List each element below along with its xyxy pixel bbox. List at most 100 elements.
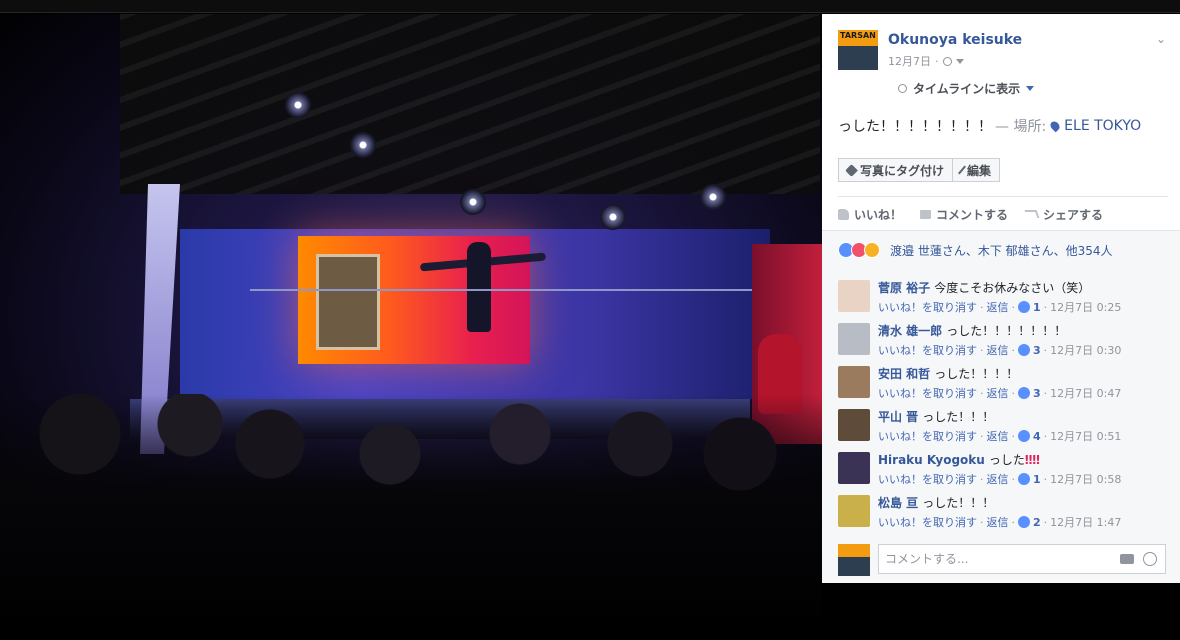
reply-link[interactable]: 返信 [987, 299, 1009, 315]
comment-text: っした！！！ [922, 496, 995, 510]
tag-icon [845, 163, 858, 177]
comment-meta: いいね！を取り消す · 返信 · 1 · 12月7日 0:58 [878, 471, 1121, 487]
like-count[interactable]: 4 [1033, 430, 1041, 443]
unlike-link[interactable]: いいね！を取り消す [878, 428, 977, 444]
comment-time[interactable]: 12月7日 0:51 [1050, 428, 1121, 444]
post-date[interactable]: 12月7日 [888, 53, 931, 69]
comments-list: 菅原 裕子 今度こそお休みなさい（笑） いいね！を取り消す · 返信 · 1 · … [822, 268, 1180, 583]
meta-separator: · [1011, 429, 1016, 443]
caret-down-icon[interactable] [955, 58, 964, 64]
pencil-icon [958, 165, 966, 175]
comment-time[interactable]: 12月7日 0:25 [1050, 299, 1121, 315]
stage-light [350, 132, 376, 158]
reply-link[interactable]: 返信 [987, 428, 1009, 444]
comment-meta: いいね！を取り消す · 返信 · 3 · 12月7日 0:30 [878, 342, 1121, 358]
edit-button[interactable]: 編集 [953, 158, 1001, 182]
post-text: っした！！！！！！！！ — 場所: ELE TOKYO [838, 116, 1141, 136]
reply-link[interactable]: 返信 [987, 514, 1009, 530]
like-count[interactable]: 3 [1033, 344, 1041, 357]
commenter-avatar[interactable] [838, 280, 870, 312]
edit-label: 編集 [967, 163, 992, 178]
commenter-name[interactable]: 平山 晋 [878, 410, 918, 424]
comment-body: 松島 亘っした！！！ [878, 494, 994, 511]
comment-time[interactable]: 12月7日 1:47 [1050, 514, 1121, 530]
comment-text: 今度こそお休みなさい（笑） [934, 281, 1091, 295]
author-avatar[interactable]: TARSAN [838, 30, 878, 70]
like-label: いいね！ [854, 207, 903, 222]
meta-separator: · [1043, 515, 1048, 529]
thumbs-up-icon [838, 208, 849, 220]
reply-link[interactable]: 返信 [987, 385, 1009, 401]
like-button[interactable]: いいね！ [838, 206, 902, 223]
comment-text: っした！！！！ [934, 367, 1019, 381]
comment-item: Hiraku Kyogoku っした‼‼ いいね！を取り消す · 返信 · 1 ·… [838, 450, 1168, 490]
camera-icon[interactable] [1120, 554, 1134, 564]
comment-time[interactable]: 12月7日 0:30 [1050, 342, 1121, 358]
author-name[interactable]: Okunoya keisuke [888, 32, 1022, 48]
photo-viewer[interactable] [0, 0, 822, 640]
reply-link[interactable]: 返信 [987, 471, 1009, 487]
comment-time[interactable]: 12月7日 0:47 [1050, 385, 1121, 401]
performer [467, 242, 491, 332]
like-count-icon [1018, 516, 1030, 528]
comment-item: 松島 亘っした！！！ いいね！を取り消す · 返信 · 2 · 12月7日 1:… [838, 493, 1168, 533]
commenter-avatar[interactable] [838, 409, 870, 441]
reaction-summary[interactable]: 渡邉 世蓮さん、木下 郁雄さん、他354人 [890, 242, 1113, 259]
post-panel: TARSAN Okunoya keisuke 12月7日 · ⌄ タイムラインに… [822, 14, 1180, 583]
meta-separator: · [980, 429, 984, 443]
reply-link[interactable]: 返信 [987, 342, 1009, 358]
commenter-name[interactable]: 清水 雄一郎 [878, 324, 942, 338]
meta-separator: · [980, 472, 984, 486]
avatar-text: TARSAN [840, 31, 876, 40]
place-link[interactable]: ELE TOKYO [1064, 118, 1141, 134]
commenter-avatar[interactable] [838, 452, 870, 484]
share-button[interactable]: シェアする [1024, 206, 1103, 223]
divider [838, 196, 1168, 197]
comment-time[interactable]: 12月7日 0:58 [1050, 471, 1121, 487]
own-avatar[interactable] [838, 544, 870, 576]
like-count[interactable]: 1 [1033, 473, 1041, 486]
comment-button[interactable]: コメントする [920, 206, 1008, 223]
stage-light [460, 189, 486, 215]
like-count-icon [1018, 430, 1030, 442]
meta-separator: · [1011, 300, 1016, 314]
commenter-avatar[interactable] [838, 495, 870, 527]
meta-separator: · [980, 300, 984, 314]
place-prefix: — 場所: [995, 119, 1047, 135]
like-count[interactable]: 1 [1033, 301, 1041, 314]
timeline-visibility[interactable]: タイムラインに表示 [898, 80, 1035, 97]
commenter-name[interactable]: Hiraku Kyogoku [878, 453, 985, 467]
like-count[interactable]: 2 [1033, 516, 1041, 529]
meta-separator: · [1043, 343, 1048, 357]
unlike-link[interactable]: いいね！を取り消す [878, 299, 977, 315]
panel-bottom [822, 583, 1180, 640]
tag-photo-button[interactable]: 写真にタグ付け [838, 158, 954, 182]
unlike-link[interactable]: いいね！を取り消す [878, 471, 977, 487]
like-count[interactable]: 3 [1033, 387, 1041, 400]
commenter-name[interactable]: 松島 亘 [878, 496, 918, 510]
commenter-name[interactable]: 菅原 裕子 [878, 281, 930, 295]
ceiling-truss [120, 14, 820, 194]
emoji-icon[interactable] [1143, 552, 1157, 566]
commenter-name[interactable]: 安田 和哲 [878, 367, 930, 381]
comment-icon [920, 209, 932, 219]
stage-light [285, 92, 311, 118]
reaction-icons[interactable] [838, 242, 880, 258]
unlike-link[interactable]: いいね！を取り消す [878, 514, 977, 530]
like-count-icon [1018, 387, 1030, 399]
meta-separator: · [1043, 300, 1048, 314]
comment-body: Hiraku Kyogoku っした‼‼ [878, 451, 1040, 468]
share-icon [1024, 210, 1040, 218]
stage-rail [250, 289, 770, 291]
commenter-avatar[interactable] [838, 366, 870, 398]
unlike-link[interactable]: いいね！を取り消す [878, 342, 977, 358]
action-bar: いいね！ コメントする シェアする [838, 202, 1103, 226]
globe-icon[interactable] [942, 56, 952, 66]
commenter-avatar[interactable] [838, 323, 870, 355]
unlike-link[interactable]: いいね！を取り消す [878, 385, 977, 401]
stage-light [600, 204, 626, 230]
meta-separator: · [1011, 472, 1016, 486]
meta-separator: · [980, 515, 984, 529]
chevron-down-icon[interactable]: ⌄ [1156, 32, 1168, 46]
location-pin-icon [1048, 119, 1062, 133]
